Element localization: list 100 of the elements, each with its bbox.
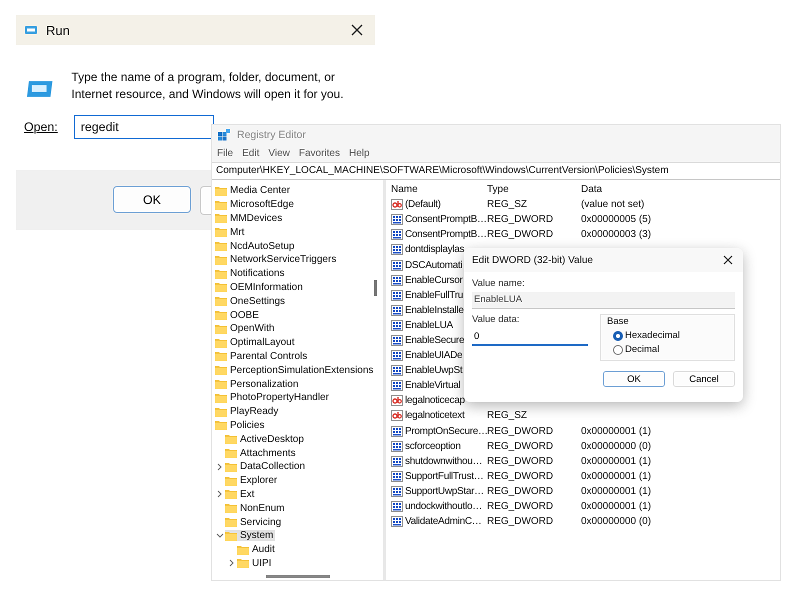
string-value-icon xyxy=(391,410,403,422)
folder-icon xyxy=(215,351,227,362)
address-bar[interactable]: Computer\HKEY_LOCAL_MACHINE\SOFTWARE\Microsoft\Windows\CurrentVersion\Policies\System xyxy=(212,162,780,180)
menu-item[interactable]: Favorites xyxy=(298,148,340,159)
tree-item[interactable]: Notifications xyxy=(215,268,286,280)
value-name[interactable]: SupportUwpStar… xyxy=(405,486,484,497)
binary-value-icon xyxy=(391,274,403,286)
tree-item[interactable]: Media Center xyxy=(215,185,292,196)
open-field[interactable]: regedit xyxy=(74,115,214,139)
dialog-title: Edit DWORD (32-bit) Value xyxy=(472,254,593,266)
cancel-button[interactable]: Cancel xyxy=(673,371,735,387)
value-name[interactable]: EnableInstalle xyxy=(405,304,464,316)
value-name[interactable]: SupportFullTrust… xyxy=(405,470,484,482)
value-name[interactable]: shutdownwithou… xyxy=(405,456,482,467)
tree-item[interactable]: NcdAutoSetup xyxy=(215,240,296,252)
value-data: (value not set) xyxy=(581,199,646,210)
tree-item[interactable]: UIPI xyxy=(237,558,274,569)
close-icon[interactable] xyxy=(351,24,363,36)
value-data: 0x00000001 (1) xyxy=(581,486,652,497)
tree-item[interactable]: System xyxy=(225,530,276,542)
binary-value-icon xyxy=(391,334,403,346)
binary-value-icon xyxy=(391,470,403,482)
tree-item[interactable]: Personalization xyxy=(215,378,300,390)
tree-item[interactable]: Audit xyxy=(237,544,277,556)
value-data-field[interactable]: 0 xyxy=(472,329,588,346)
value-name[interactable]: EnableUwpSt xyxy=(405,365,462,376)
tree-item[interactable]: MMDevices xyxy=(215,212,284,224)
value-name[interactable]: EnableSecure xyxy=(405,334,464,346)
value-name[interactable]: legalnoticetext xyxy=(405,410,464,422)
tree-item[interactable]: OneSettings xyxy=(215,296,288,307)
tree-item[interactable]: OOBE xyxy=(215,310,261,321)
menu-item[interactable]: File xyxy=(217,148,234,159)
instruction-text: Type the name of a program, folder, document, or Internet resource, and Windows will open it for you. xyxy=(71,69,345,103)
menu-item[interactable]: Edit xyxy=(242,148,260,159)
string-value-icon xyxy=(391,395,403,406)
tree-item[interactable]: PlayReady xyxy=(215,406,280,418)
radio-label[interactable]: Decimal xyxy=(625,344,660,355)
value-name[interactable]: DSCAutomati xyxy=(405,260,462,271)
tree-item[interactable]: Explorer xyxy=(225,475,280,486)
menu-item[interactable]: Help xyxy=(348,148,370,159)
tree-item[interactable]: NonEnum xyxy=(225,502,286,514)
value-data: 0x00000001 (1) xyxy=(581,456,652,467)
tree-item[interactable]: Servicing xyxy=(225,516,284,528)
scrollbar-thumb[interactable] xyxy=(374,280,377,296)
value-name[interactable]: EnableCursor xyxy=(405,274,463,286)
value-name[interactable]: EnableFullTru xyxy=(405,290,463,301)
value-name[interactable]: ValidateAdminC… xyxy=(405,516,482,528)
value-name[interactable]: EnableUIADe xyxy=(405,350,462,362)
chevron-icon[interactable] xyxy=(217,490,223,498)
value-name[interactable]: EnableVirtual xyxy=(405,380,460,392)
binary-value-icon xyxy=(391,486,403,497)
close-icon[interactable] xyxy=(723,255,733,265)
chevron-icon[interactable] xyxy=(217,462,223,471)
scrollbar-thumb[interactable] xyxy=(266,575,330,578)
tree-item[interactable]: Ext xyxy=(225,488,256,500)
chevron-icon[interactable] xyxy=(216,532,224,539)
value-name-field[interactable]: EnableLUA xyxy=(472,292,735,309)
value-name[interactable]: scforceoption xyxy=(405,440,461,452)
tree-item[interactable]: Policies xyxy=(215,420,266,431)
value-type: REG_DWORD xyxy=(487,456,554,467)
tree-item[interactable]: DataCollection xyxy=(225,461,308,472)
binary-value-icon xyxy=(391,260,403,271)
value-name[interactable]: ConsentPromptB… xyxy=(405,214,487,226)
value-name[interactable]: ConsentPromptB… xyxy=(405,229,487,240)
value-name[interactable]: PromptOnSecure… xyxy=(405,426,488,437)
tree-item[interactable]: OpenWith xyxy=(215,323,276,334)
value-data: 0x00000000 (0) xyxy=(581,516,652,528)
tree-item[interactable]: MicrosoftEdge xyxy=(215,199,296,210)
tree-item[interactable]: OptimalLayout xyxy=(215,337,296,348)
radio-button[interactable] xyxy=(613,330,623,340)
value-name[interactable]: EnableLUA xyxy=(405,320,453,331)
value-name[interactable]: dontdisplaylas xyxy=(405,244,464,256)
run-icon xyxy=(26,79,54,99)
ok-button[interactable]: OK xyxy=(603,371,665,387)
chevron-icon[interactable] xyxy=(229,559,235,568)
binary-value-icon xyxy=(391,244,403,256)
column-header[interactable]: Name xyxy=(386,184,487,196)
tree-item[interactable]: NetworkServiceTriggers xyxy=(215,254,338,266)
folder-icon xyxy=(215,338,227,348)
menu-item[interactable]: View xyxy=(268,148,290,159)
tree-item[interactable]: Attachments xyxy=(225,448,298,459)
tree-item[interactable]: PhotoPropertyHandler xyxy=(215,392,331,404)
column-header[interactable]: Type xyxy=(487,184,581,196)
tree-item[interactable]: Parental Controls xyxy=(215,350,310,362)
value-type: REG_DWORD xyxy=(487,516,554,528)
column-header[interactable]: Data xyxy=(581,184,701,196)
tree-item[interactable]: OEMInformation xyxy=(215,282,305,293)
folder-icon xyxy=(225,503,237,514)
value-name[interactable]: legalnoticecap xyxy=(405,395,465,406)
radio-button[interactable] xyxy=(613,344,623,354)
tree-item[interactable]: ActiveDesktop xyxy=(225,434,306,445)
value-name[interactable]: (Default) xyxy=(405,199,441,210)
folder-icon xyxy=(215,254,227,265)
value-name[interactable]: undockwithoutlo… xyxy=(405,501,482,512)
tree-item[interactable]: Mrt xyxy=(215,226,246,238)
tree-item[interactable]: PerceptionSimulationExtensions xyxy=(215,364,376,376)
ok-button[interactable]: OK xyxy=(113,186,191,213)
folder-icon xyxy=(215,213,227,224)
radio-label[interactable]: Hexadecimal xyxy=(625,330,680,341)
value-type: REG_DWORD xyxy=(487,501,554,512)
